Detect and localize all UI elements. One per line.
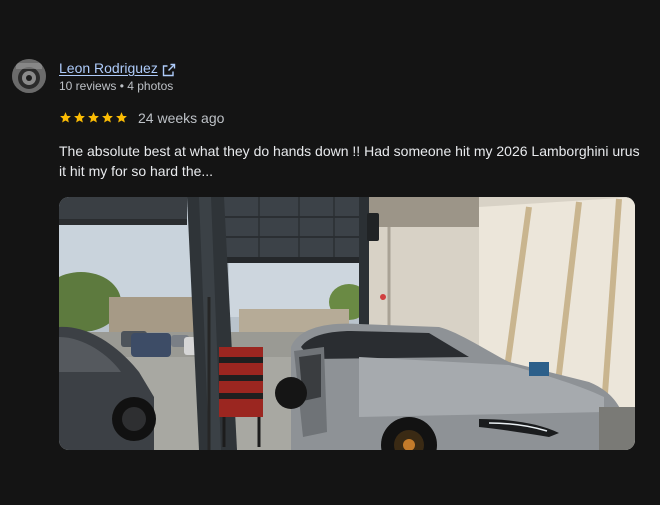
author-name-link[interactable]: Leon Rodriguez xyxy=(59,60,158,76)
star-icon xyxy=(102,112,113,123)
review-photo[interactable] xyxy=(59,197,635,450)
star-icon xyxy=(88,112,99,123)
review-date: 24 weeks ago xyxy=(138,110,225,126)
review-text[interactable]: The absolute best at what they do hands … xyxy=(59,141,644,181)
star-icon xyxy=(60,112,71,123)
star-icon xyxy=(74,112,85,123)
star-rating xyxy=(59,111,128,127)
open-in-new-icon[interactable] xyxy=(162,63,176,77)
author-avatar[interactable] xyxy=(12,59,46,93)
review-card: Leon Rodriguez 10 reviews • 4 photos 24 … xyxy=(0,0,660,505)
star-icon xyxy=(116,112,127,123)
author-stats: 10 reviews • 4 photos xyxy=(59,79,174,93)
